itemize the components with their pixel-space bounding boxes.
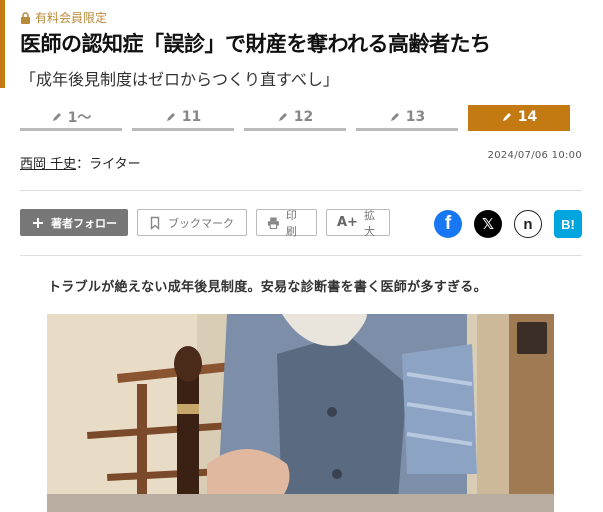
article-photo [47,314,554,512]
lock-icon [21,11,30,24]
note-icon[interactable]: n [514,210,542,238]
page-link-14-current[interactable]: 14 [468,105,570,131]
page-link-13[interactable]: 13 [356,105,458,131]
pencil-icon [166,112,175,121]
print-label: 印刷 [285,208,297,238]
page-label: 1〜 [67,109,92,126]
author-role: ：ライター [76,157,141,172]
printer-icon [267,217,279,229]
page-link-12[interactable]: 12 [244,105,346,131]
page-label: 11 [181,108,202,125]
elderly-person-photo [47,314,554,512]
text-enlarge-icon: A+ [337,215,358,230]
zoom-text-button[interactable]: A+ 拡大 [326,208,390,238]
share-buttons: f 𝕏 n B! [434,210,582,238]
bookmark-label: ブックマーク [168,216,234,230]
author-name[interactable]: 西岡 千史 [20,157,76,172]
plus-icon [33,217,43,228]
facebook-icon[interactable]: f [434,210,462,238]
pagination: 1〜 11 12 13 14 [20,105,570,131]
page-link-1[interactable]: 1〜 [20,105,122,131]
pencil-icon [52,112,61,121]
follow-label: 著者フォロー [51,216,117,230]
premium-badge: 有料会員限定 [20,9,107,26]
page-label: 14 [517,108,538,125]
page-link-11[interactable]: 11 [132,105,234,131]
bookmark-button[interactable]: ブックマーク [137,209,247,236]
divider [20,190,582,191]
divider [20,255,582,256]
accent-bar [0,0,5,88]
article-lead: トラブルが絶えない成年後見制度。安易な診断書を書く医師が多すぎる。 [48,280,487,295]
page-label: 12 [293,108,314,125]
byline: 西岡 千史：ライター [20,153,141,172]
pencil-icon [390,112,399,121]
zoom-label: 拡大 [363,208,375,238]
x-icon[interactable]: 𝕏 [474,210,502,238]
article-subtitle: 「成年後見制度はゼロからつくり直すべし」 [20,70,339,89]
hatena-bookmark-icon[interactable]: B! [554,210,582,238]
pencil-icon [502,112,511,121]
article-toolbar: 著者フォロー ブックマーク 印刷 A+ 拡大 [20,208,390,238]
publish-date: 2024/07/06 10:00 [487,150,582,161]
premium-label: 有料会員限定 [35,11,108,25]
page-label: 13 [405,108,426,125]
print-button[interactable]: 印刷 [256,208,317,238]
pencil-icon [278,112,287,121]
article-title: 医師の認知症「誤診」で財産を奪われる高齢者たち [20,32,491,56]
follow-author-button[interactable]: 著者フォロー [20,209,128,236]
bookmark-icon [150,216,160,230]
